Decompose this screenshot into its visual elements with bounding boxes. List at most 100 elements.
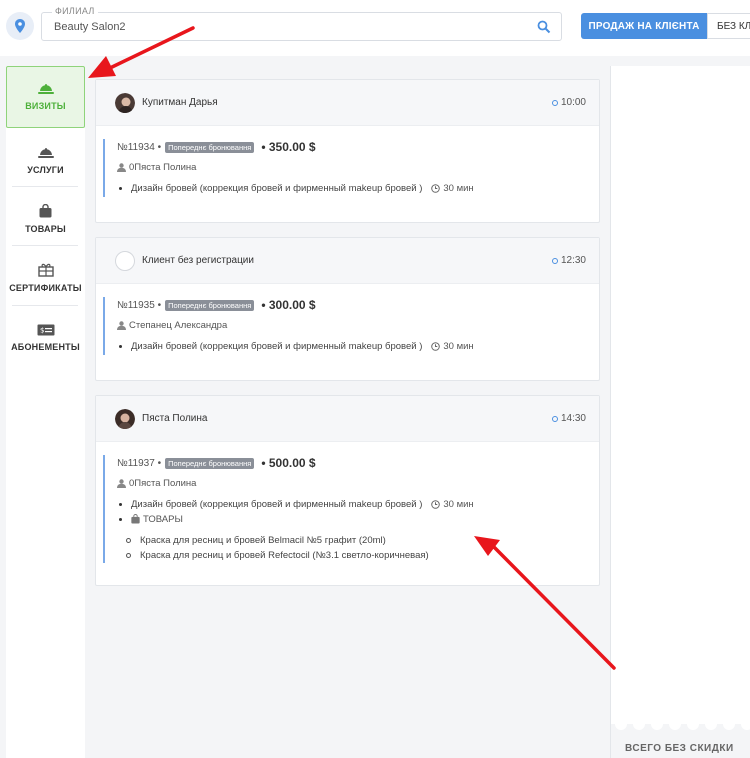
branch-value: Beauty Salon2 <box>54 21 126 33</box>
receipt-edge <box>615 718 750 730</box>
master-name: 0Пяста Полина <box>129 477 197 489</box>
master-name: 0Пяста Полина <box>129 161 197 173</box>
bullet <box>119 502 122 506</box>
bag-icon <box>39 204 52 218</box>
visit-card-header: Клиент без регистрации 12:30 <box>96 238 599 284</box>
goods-name: Краска для ресниц и бровей Refectocil (№… <box>140 549 429 561</box>
record-number: №11937 • <box>117 457 162 469</box>
sidebar-item-label: ВИЗИТЫ <box>25 101 66 111</box>
visit-card-header: Купитман Дарья 10:00 <box>96 80 599 126</box>
location-pin-icon <box>15 19 25 33</box>
service-name: Дизайн бровей (коррекция бровей и фирмен… <box>131 498 423 510</box>
service-name: Дизайн бровей (коррекция бровей и фирмен… <box>131 182 423 194</box>
sidebar-item-certificates[interactable]: СЕРТИФИКАТЫ <box>6 253 85 303</box>
avatar <box>115 409 135 429</box>
service-duration: 30 мин <box>431 340 474 352</box>
visit-price: • 300.00 $ <box>261 298 316 312</box>
visit-details: №11934 • Попереднє бронювання • 350.00 $… <box>103 139 474 197</box>
visit-card[interactable]: Клиент без регистрации 12:30 №11935 • По… <box>95 237 600 381</box>
status-badge: Попереднє бронювання <box>165 141 255 153</box>
branch-select[interactable]: ФИЛИАЛ Beauty Salon2 <box>41 6 562 41</box>
cart-panel: ВСЕГО БЕЗ СКИДКИ <box>610 66 750 758</box>
record-number: №11935 • <box>117 299 162 311</box>
user-icon <box>117 478 126 488</box>
sidebar-item-label: СЕРТИФИКАТЫ <box>9 283 82 293</box>
visit-price: • 350.00 $ <box>261 140 316 154</box>
circle-bullet <box>126 537 131 543</box>
master-row: 0Пяста Полина <box>117 161 474 173</box>
goods-label: ТОВАРЫ <box>143 513 183 525</box>
sidebar-item-subscriptions[interactable]: $ АБОНЕМЕНТЫ <box>6 313 85 363</box>
divider <box>12 186 78 187</box>
bullet <box>119 517 122 521</box>
client-name: Клиент без регистрации <box>142 255 254 266</box>
clock-icon <box>431 499 441 509</box>
visit-time: 12:30 <box>551 255 586 266</box>
master-name: Степанец Александра <box>129 319 228 331</box>
service-duration: 30 мин <box>431 498 474 510</box>
service-item: Дизайн бровей (коррекция бровей и фирмен… <box>117 340 474 352</box>
visit-price: • 500.00 $ <box>261 456 316 470</box>
gift-icon <box>37 263 54 277</box>
duration-value: 30 мин <box>443 182 474 194</box>
goods-item: Краска для ресниц и бровей Belmacil №5 г… <box>126 534 474 546</box>
status-badge: Попереднє бронювання <box>165 457 255 469</box>
bullet <box>119 344 122 348</box>
no-client-button[interactable]: БЕЗ КЛІЄН <box>707 13 750 39</box>
visit-time-value: 14:30 <box>560 413 586 424</box>
sidebar-item-label: УСЛУГИ <box>27 165 64 175</box>
goods-name: Краска для ресниц и бровей Belmacil №5 г… <box>140 534 386 546</box>
visit-card-header: Пяста Полина 14:30 <box>96 396 599 442</box>
sidebar: ВИЗИТЫ УСЛУГИ ТОВАРЫ СЕРТИФИКАТЫ $ АБОНЕ… <box>6 66 85 758</box>
status-badge: Попереднє бронювання <box>165 299 255 311</box>
svg-text:$: $ <box>40 327 44 335</box>
visit-card[interactable]: Купитман Дарья 10:00 №11934 • Попереднє … <box>95 79 600 223</box>
sidebar-item-goods[interactable]: ТОВАРЫ <box>6 194 85 244</box>
client-sale-button[interactable]: ПРОДАЖ НА КЛІЄНТА <box>581 13 707 39</box>
visit-time-value: 10:00 <box>560 97 586 108</box>
visit-time: 14:30 <box>551 413 586 424</box>
user-icon <box>117 320 126 330</box>
duration-value: 30 мин <box>443 498 474 510</box>
visit-details: №11935 • Попереднє бронювання • 300.00 $… <box>103 297 474 355</box>
goods-header: ТОВАРЫ <box>117 513 474 525</box>
avatar <box>115 93 135 113</box>
bag-icon <box>131 514 140 524</box>
sidebar-item-visits[interactable]: ВИЗИТЫ <box>6 66 85 128</box>
client-name: Купитман Дарья <box>142 97 218 108</box>
sidebar-item-services[interactable]: УСЛУГИ <box>6 136 85 186</box>
clock-dot-icon <box>551 257 558 264</box>
client-name: Пяста Полина <box>142 413 208 424</box>
duration-value: 30 мин <box>443 340 474 352</box>
master-row: 0Пяста Полина <box>117 477 474 489</box>
total-label: ВСЕГО БЕЗ СКИДКИ <box>625 743 734 754</box>
card-icon: $ <box>37 324 54 336</box>
clock-dot-icon <box>551 415 558 422</box>
service-item: Дизайн бровей (коррекция бровей и фирмен… <box>117 182 474 194</box>
visit-time: 10:00 <box>551 97 586 108</box>
top-bar: ФИЛИАЛ Beauty Salon2 ПРОДАЖ НА КЛІЄНТА Б… <box>0 0 750 56</box>
user-icon <box>117 162 126 172</box>
branch-label: ФИЛИАЛ <box>52 6 98 16</box>
location-pin-button[interactable] <box>6 12 34 40</box>
clock-icon <box>431 183 441 193</box>
record-number: №11934 • <box>117 141 162 153</box>
master-row: Степанец Александра <box>117 319 474 331</box>
sidebar-item-label: АБОНЕМЕНТЫ <box>11 342 80 352</box>
bullet <box>119 186 122 190</box>
visit-details: №11937 • Попереднє бронювання • 500.00 $… <box>103 455 474 563</box>
sidebar-item-label: ТОВАРЫ <box>25 224 66 234</box>
cloche-icon <box>37 84 54 94</box>
avatar <box>115 251 135 271</box>
search-icon[interactable] <box>537 20 551 34</box>
circle-bullet <box>126 552 131 558</box>
divider <box>12 305 78 306</box>
receipt-footer: ВСЕГО БЕЗ СКИДКИ <box>611 718 750 758</box>
visit-card[interactable]: Пяста Полина 14:30 №11937 • Попереднє бр… <box>95 395 600 586</box>
visit-time-value: 12:30 <box>560 255 586 266</box>
clock-icon <box>431 341 441 351</box>
service-duration: 30 мин <box>431 182 474 194</box>
cloche-icon <box>37 148 54 158</box>
service-item: Дизайн бровей (коррекция бровей и фирмен… <box>117 498 474 510</box>
divider <box>12 245 78 246</box>
